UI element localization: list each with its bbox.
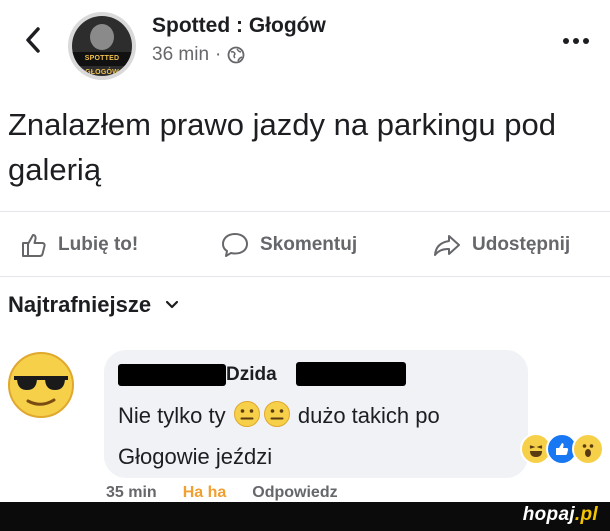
comment-text-part1: Nie tylko ty bbox=[118, 403, 226, 428]
wow-reaction-icon bbox=[572, 433, 604, 465]
share-arrow-icon bbox=[434, 235, 460, 256]
reply-link[interactable]: Odpowiedz bbox=[252, 484, 337, 502]
watermark-tld: .pl bbox=[574, 504, 598, 525]
back-button[interactable] bbox=[18, 22, 48, 58]
watermark-name: hopaj bbox=[522, 504, 575, 525]
chevron-down-icon bbox=[165, 300, 179, 309]
sort-label: Najtrafniejsze bbox=[8, 292, 152, 317]
share-button[interactable]: Udostępnij bbox=[432, 228, 570, 262]
globe-icon bbox=[227, 46, 245, 64]
page-avatar[interactable]: SPOTTED GŁOGÓW bbox=[68, 12, 136, 80]
share-label: Udostępnij bbox=[472, 234, 571, 255]
thumbs-up-icon bbox=[22, 234, 46, 257]
post-text: Znalazłem prawo jazdy na parkingu pod ga… bbox=[8, 107, 556, 187]
divider bbox=[0, 276, 610, 277]
like-button[interactable]: Lubię to! bbox=[20, 228, 138, 262]
avatar-face bbox=[90, 24, 114, 50]
post-meta: 36 min · bbox=[152, 44, 245, 66]
comment-author[interactable]: Dzida bbox=[226, 364, 277, 386]
neutral-face-emoji-icon bbox=[233, 400, 261, 439]
comment-meta: 35 min Ha ha Odpowiedz bbox=[106, 484, 338, 502]
sunglasses-emoji-icon bbox=[8, 352, 74, 418]
more-options-button[interactable] bbox=[562, 30, 590, 45]
comment-button[interactable]: Skomentuj bbox=[220, 228, 357, 262]
meta-separator: · bbox=[215, 44, 222, 65]
comment-bubble-icon bbox=[222, 233, 248, 257]
comment-sort-dropdown[interactable]: Najtrafniejsze bbox=[8, 292, 179, 318]
commenter-avatar[interactable] bbox=[6, 350, 76, 420]
neutral-face-emoji-icon bbox=[263, 400, 291, 439]
avatar-logo-text: SPOTTED GŁOGÓW bbox=[72, 52, 132, 76]
haha-link[interactable]: Ha ha bbox=[183, 484, 227, 502]
comment-time[interactable]: 35 min bbox=[106, 484, 157, 502]
post-time[interactable]: 36 min bbox=[152, 44, 209, 66]
more-dots-icon bbox=[563, 38, 589, 44]
chevron-left-icon bbox=[26, 27, 40, 53]
watermark-bar bbox=[0, 502, 610, 531]
page-name[interactable]: Spotted : Głogów bbox=[152, 14, 326, 38]
reaction-summary[interactable] bbox=[520, 433, 604, 465]
comment-label: Skomentuj bbox=[260, 234, 358, 255]
redaction-bar bbox=[118, 364, 226, 386]
like-label: Lubię to! bbox=[58, 234, 139, 255]
watermark-logo[interactable]: hopaj.pl bbox=[523, 504, 598, 526]
comment-text: Nie tylko ty dużo takich po Głogowie jeź… bbox=[118, 398, 518, 475]
redaction-bar bbox=[296, 362, 406, 386]
divider bbox=[0, 211, 610, 212]
